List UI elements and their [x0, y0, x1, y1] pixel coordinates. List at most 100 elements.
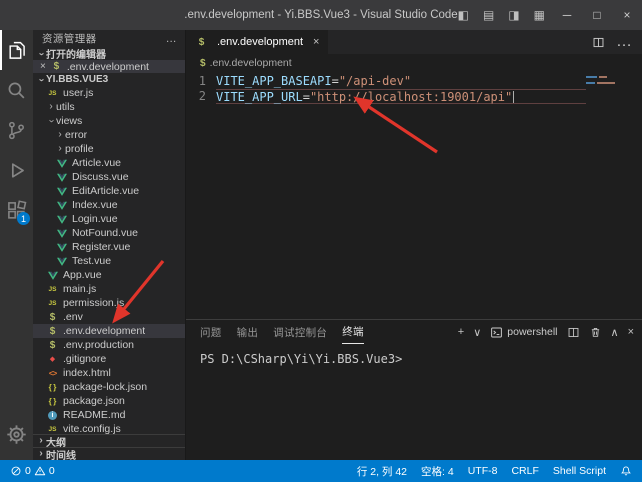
- split-editor-icon[interactable]: [592, 36, 605, 49]
- line-content: VITE_APP_BASEAPI="/api-dev": [216, 74, 586, 89]
- notifications-bell-icon[interactable]: [620, 465, 632, 477]
- minimize-button[interactable]: ─: [552, 0, 582, 30]
- sidebar-more-actions-icon[interactable]: …: [166, 33, 177, 45]
- code-line-2[interactable]: 2VITE_APP_URL="http://localhost:19001/ap…: [186, 89, 586, 104]
- error-count: 0: [25, 465, 31, 477]
- tree-item-error[interactable]: ›error: [33, 128, 185, 142]
- sidebar-title-row: 资源管理器 …: [33, 30, 185, 47]
- git-icon: ◆: [46, 355, 59, 363]
- tree-item-Login.vue[interactable]: Login.vue: [33, 212, 185, 226]
- tree-item-NotFound.vue[interactable]: NotFound.vue: [33, 226, 185, 240]
- terminal-shell-label: powershell: [507, 326, 557, 338]
- tree-item-views[interactable]: ›views: [33, 114, 185, 128]
- cursor-position[interactable]: 行 2, 列 42: [357, 464, 407, 479]
- editor-region: $ .env.development × … $ .env.developmen…: [186, 30, 642, 460]
- tree-item-.env.production[interactable]: $.env.production: [33, 338, 185, 352]
- indentation[interactable]: 空格: 4: [421, 464, 454, 479]
- tree-item-index.html[interactable]: <> index.html: [33, 366, 185, 380]
- panel-tab-调试控制台[interactable]: 调试控制台: [273, 320, 327, 344]
- customize-layout-icon[interactable]: ▦: [527, 0, 552, 30]
- tree-item-permission.js[interactable]: JSpermission.js: [33, 296, 185, 310]
- editor-actions: …: [592, 30, 642, 54]
- vue-icon: [55, 173, 68, 182]
- tab-close-icon[interactable]: ×: [313, 36, 319, 48]
- file-label: index.html: [63, 367, 111, 379]
- kill-terminal-icon[interactable]: [589, 326, 602, 339]
- tree-item-Discuss.vue[interactable]: Discuss.vue: [33, 170, 185, 184]
- panel-tab-输出[interactable]: 输出: [237, 320, 259, 344]
- file-label: App.vue: [63, 269, 102, 281]
- panel-tab-问题[interactable]: 问题: [200, 320, 222, 344]
- terminal-dropdown-icon[interactable]: ∨: [473, 326, 481, 339]
- breadcrumb[interactable]: $ .env.development: [186, 54, 642, 72]
- tree-item-utils[interactable]: ›utils: [33, 100, 185, 114]
- more-actions-icon[interactable]: …: [616, 33, 632, 51]
- panel-tab-终端[interactable]: 终端: [342, 320, 364, 344]
- tree-item-App.vue[interactable]: App.vue: [33, 268, 185, 282]
- file-label: .gitignore: [63, 353, 106, 365]
- toggle-sidebar-icon[interactable]: ◧: [451, 0, 476, 30]
- shell-file-icon: $: [46, 312, 59, 323]
- panel-tabs: 问题输出调试控制台终端: [200, 320, 379, 344]
- vue-icon: [55, 187, 68, 196]
- tree-item-Index.vue[interactable]: Index.vue: [33, 198, 185, 212]
- toggle-panel-icon[interactable]: ▤: [476, 0, 501, 30]
- tree-item-main.js[interactable]: JSmain.js: [33, 282, 185, 296]
- language-mode[interactable]: Shell Script: [553, 465, 606, 477]
- eol-sequence[interactable]: CRLF: [511, 465, 538, 477]
- encoding[interactable]: UTF-8: [468, 465, 498, 477]
- maximize-panel-icon[interactable]: ∧: [611, 326, 619, 339]
- open-editors-header[interactable]: › 打开的编辑器: [33, 47, 185, 60]
- vue-icon: [55, 215, 68, 224]
- tree-item-.env[interactable]: $.env: [33, 310, 185, 324]
- search-icon[interactable]: [0, 70, 33, 110]
- tree-item-Register.vue[interactable]: Register.vue: [33, 240, 185, 254]
- tree-item-user.js[interactable]: JSuser.js: [33, 86, 185, 100]
- problems-status[interactable]: 0 0: [10, 465, 55, 477]
- tree-item-profile[interactable]: ›profile: [33, 142, 185, 156]
- tree-item-package.json[interactable]: { }package.json: [33, 394, 185, 408]
- title-bar: .env.development - Yi.BBS.Vue3 - Visual …: [0, 0, 642, 30]
- minimap-line: [586, 76, 632, 78]
- outline-section[interactable]: › 大纲: [33, 434, 185, 447]
- open-editor-label: .env.development: [67, 61, 149, 73]
- extensions-icon[interactable]: 1: [0, 190, 33, 230]
- project-root-header[interactable]: › YI.BBS.VUE3: [33, 73, 185, 86]
- tree-item-.gitignore[interactable]: ◆ .gitignore: [33, 352, 185, 366]
- file-label: Register.vue: [72, 241, 130, 253]
- chevron-down-icon: ›: [36, 75, 46, 85]
- code-editor[interactable]: 1VITE_APP_BASEAPI="/api-dev"2VITE_APP_UR…: [186, 72, 642, 319]
- open-editor-item[interactable]: × $ .env.development: [33, 60, 185, 73]
- close-editor-icon[interactable]: ×: [40, 61, 46, 72]
- tree-item-Article.vue[interactable]: Article.vue: [33, 156, 185, 170]
- tree-item-.env.development[interactable]: $.env.development: [33, 324, 185, 338]
- vscode-window: .env.development - Yi.BBS.Vue3 - Visual …: [0, 0, 642, 482]
- tree-item-EditArticle.vue[interactable]: EditArticle.vue: [33, 184, 185, 198]
- close-panel-icon[interactable]: ×: [628, 326, 634, 338]
- file-label: profile: [65, 143, 94, 155]
- terminal[interactable]: PS D:\CSharp\Yi\Yi.BBS.Vue3>: [186, 344, 642, 460]
- file-label: .env.production: [63, 339, 134, 351]
- file-label: .env.development: [63, 325, 145, 337]
- terminal-instance[interactable]: powershell: [490, 326, 557, 339]
- run-debug-icon[interactable]: [0, 150, 33, 190]
- minimap-line: [586, 82, 632, 84]
- split-terminal-icon[interactable]: [567, 326, 580, 339]
- code-line-1[interactable]: 1VITE_APP_BASEAPI="/api-dev": [186, 74, 586, 89]
- close-button[interactable]: ×: [612, 0, 642, 30]
- explorer-icon[interactable]: [0, 30, 33, 70]
- new-terminal-icon[interactable]: +: [458, 326, 464, 338]
- tree-item-Test.vue[interactable]: Test.vue: [33, 254, 185, 268]
- toggle-secondary-sidebar-icon[interactable]: ◨: [501, 0, 526, 30]
- html-icon: <>: [46, 369, 59, 378]
- tree-item-vite.config.js[interactable]: JSvite.config.js: [33, 422, 185, 434]
- tree-item-package-lock.json[interactable]: { }package-lock.json: [33, 380, 185, 394]
- line-content: VITE_APP_URL="http://localhost:19001/api…: [216, 89, 586, 104]
- settings-gear-icon[interactable]: [0, 414, 33, 454]
- tab-env-development[interactable]: $ .env.development ×: [186, 30, 329, 54]
- timeline-section[interactable]: › 时间线: [33, 447, 185, 460]
- source-control-icon[interactable]: [0, 110, 33, 150]
- tree-item-README.md[interactable]: iREADME.md: [33, 408, 185, 422]
- minimap[interactable]: [586, 76, 632, 88]
- maximize-button[interactable]: □: [582, 0, 612, 30]
